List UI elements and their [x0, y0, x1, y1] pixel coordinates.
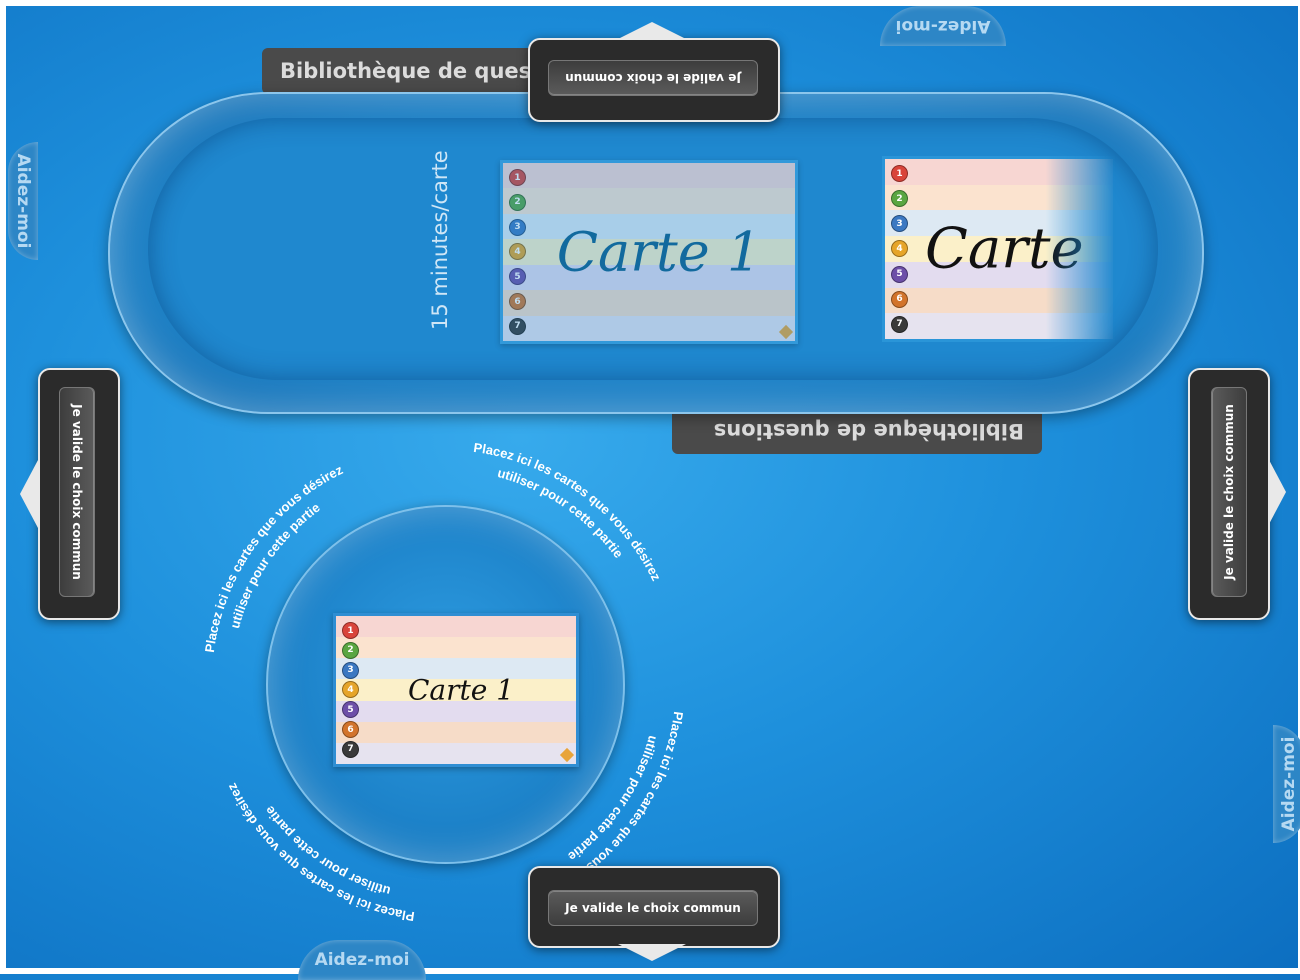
selected-card-1[interactable]: 1234567 Carte 1 — [333, 613, 579, 767]
validate-pod-top: Je valide le choix commun — [528, 38, 780, 122]
validate-pod-right: Je valide le choix commun — [1188, 368, 1270, 620]
card-stripe — [336, 616, 576, 638]
validate-button-left[interactable]: Je valide le choix commun — [59, 387, 95, 597]
instruction-ring: Placez ici les cartes que vous désirez P… — [202, 440, 686, 924]
arrow-up-icon — [618, 22, 686, 39]
validate-pod-left: Je valide le choix commun — [38, 368, 120, 620]
card-number-badge: 1 — [342, 622, 359, 639]
validate-button-top[interactable]: Je valide le choix commun — [548, 60, 758, 96]
card-title: Carte 1 — [407, 673, 515, 707]
arrow-right-icon — [1268, 458, 1286, 526]
card-stripe — [336, 742, 576, 764]
validate-pod-bottom: Je valide le choix commun — [528, 866, 780, 948]
card-number-badge: 2 — [342, 641, 359, 659]
card-number-badge: 7 — [342, 740, 359, 758]
card-stripe — [336, 637, 576, 659]
validate-button-right[interactable]: Je valide le choix commun — [1211, 387, 1247, 597]
validate-button-bottom[interactable]: Je valide le choix commun — [548, 890, 758, 926]
card-stripe — [336, 721, 576, 743]
card-number-badge: 6 — [342, 721, 359, 739]
arrow-down-icon — [618, 944, 686, 961]
arrow-left-icon — [20, 460, 38, 528]
